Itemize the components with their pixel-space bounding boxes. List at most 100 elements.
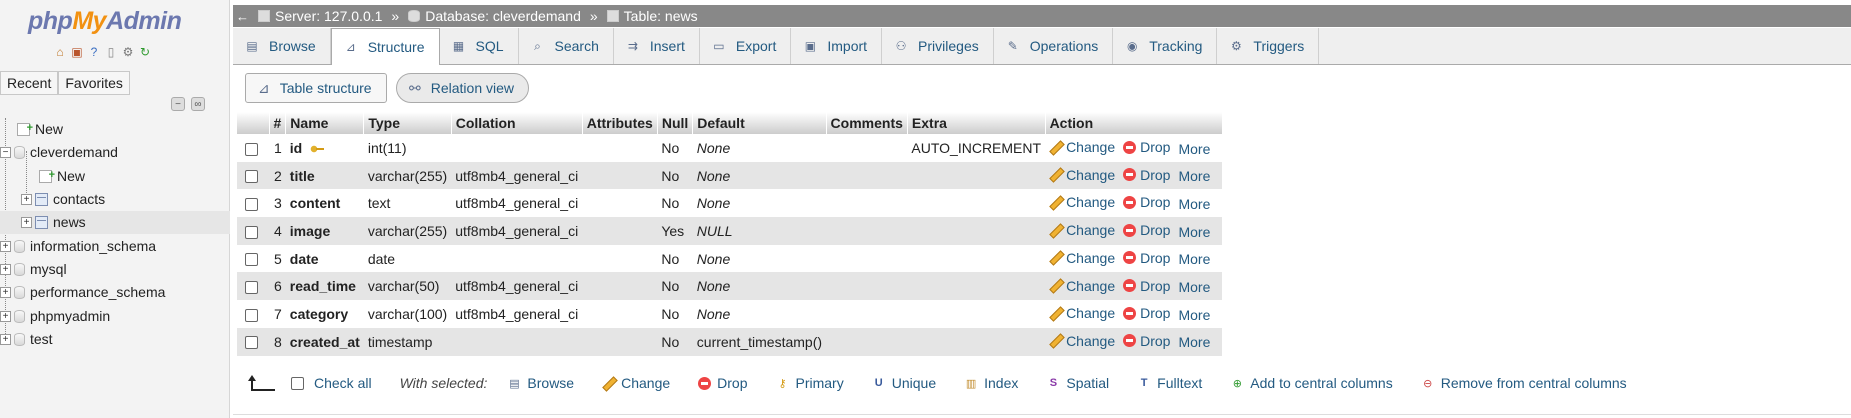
drop-button[interactable]: Drop xyxy=(1123,250,1170,266)
cell-default: None xyxy=(692,134,827,162)
expand-icon[interactable]: + xyxy=(0,287,11,299)
more-button[interactable]: More xyxy=(1178,251,1210,267)
row-checkbox[interactable] xyxy=(245,336,258,350)
cell-name[interactable]: image xyxy=(285,217,364,245)
cell-name[interactable]: category xyxy=(285,300,364,328)
cell-name[interactable]: created_at xyxy=(285,327,364,356)
expand-icon[interactable]: + xyxy=(0,310,11,322)
tab-export[interactable]: ▭ Export xyxy=(700,28,792,64)
bulk-spatial-button[interactable]: S Spatial xyxy=(1046,375,1109,391)
tab-search[interactable]: ⌕ Search xyxy=(519,28,614,64)
add-central-columns-button[interactable]: ⊕ Add to central columns xyxy=(1230,375,1393,391)
recent-tab[interactable]: Recent xyxy=(0,71,59,95)
back-arrow-icon[interactable]: ← xyxy=(236,9,250,24)
tab-import[interactable]: ▣ Import xyxy=(791,28,883,64)
tab-operations[interactable]: ✎ Operations xyxy=(994,28,1114,64)
bulk-index-button[interactable]: ▥ Index xyxy=(964,375,1018,391)
phpmyadmin-logo[interactable]: phpMyAdmin xyxy=(28,7,182,36)
tab-triggers[interactable]: ⚙ Triggers xyxy=(1217,28,1320,64)
bulk-primary-button[interactable]: ⚷ Primary xyxy=(776,375,843,391)
cell-name[interactable]: title xyxy=(285,161,364,190)
recent-favorites-tabs: Recent Favorites xyxy=(0,71,130,95)
change-button[interactable]: Change xyxy=(1049,250,1115,266)
row-checkbox[interactable] xyxy=(245,198,258,212)
breadcrumb-database[interactable]: Database: cleverdemand xyxy=(408,8,581,24)
tab-browse[interactable]: ▤ Browse xyxy=(233,28,331,64)
breadcrumb-server[interactable]: Server: 127.0.0.1 xyxy=(258,8,382,24)
help-icon[interactable]: ? xyxy=(87,45,101,59)
relation-view-button[interactable]: ⚯ Relation view xyxy=(396,73,529,103)
bulk-change-button[interactable]: Change xyxy=(602,375,670,391)
row-checkbox[interactable] xyxy=(245,308,258,322)
more-button[interactable]: More xyxy=(1178,196,1210,212)
bulk-browse-button[interactable]: ▤ Browse xyxy=(507,375,574,391)
tree-item-cleverdemand-new[interactable]: New xyxy=(0,164,230,188)
tree-item-new[interactable]: New xyxy=(0,117,230,141)
tree-item-cleverdemand[interactable]: − cleverdemand xyxy=(0,141,230,164)
check-all-label[interactable]: Check all xyxy=(314,375,372,391)
cell-name[interactable]: read_time xyxy=(285,272,364,301)
row-checkbox[interactable] xyxy=(245,281,258,295)
more-button[interactable]: More xyxy=(1178,168,1210,184)
row-checkbox[interactable] xyxy=(245,225,258,239)
change-button[interactable]: Change xyxy=(1049,222,1115,238)
change-button[interactable]: Change xyxy=(1049,167,1115,183)
change-button[interactable]: Change xyxy=(1049,194,1115,210)
bulk-unique-button[interactable]: U Unique xyxy=(872,375,936,391)
tree-item-contacts[interactable]: + contacts xyxy=(0,188,230,211)
remove-central-columns-button[interactable]: ⊖ Remove from central columns xyxy=(1421,375,1627,391)
home-icon[interactable]: ⌂ xyxy=(53,45,67,59)
tree-item-information-schema[interactable]: + information_schema xyxy=(0,234,230,257)
check-all-checkbox[interactable] xyxy=(291,376,304,390)
more-button[interactable]: More xyxy=(1178,279,1210,295)
bulk-drop-button[interactable]: Drop xyxy=(698,375,748,391)
row-checkbox[interactable] xyxy=(245,170,258,184)
more-button[interactable]: More xyxy=(1178,224,1210,240)
cell-name[interactable]: date xyxy=(285,244,364,273)
tab-structure[interactable]: ⊿ Structure xyxy=(330,28,440,65)
drop-button[interactable]: Drop xyxy=(1123,194,1170,210)
drop-button[interactable]: Drop xyxy=(1123,305,1170,321)
drop-button[interactable]: Drop xyxy=(1123,333,1170,349)
collapse-all-icon[interactable]: − xyxy=(171,97,185,111)
change-button[interactable]: Change xyxy=(1049,278,1115,294)
docs-icon[interactable]: ▯ xyxy=(104,45,118,59)
tab-insert[interactable]: ⇉ Insert xyxy=(614,28,700,64)
more-button[interactable]: More xyxy=(1178,141,1210,157)
expand-icon[interactable]: + xyxy=(0,240,11,252)
bulk-fulltext-button[interactable]: T Fulltext xyxy=(1137,375,1203,391)
drop-button[interactable]: Drop xyxy=(1123,222,1170,238)
tree-item-mysql[interactable]: + mysql xyxy=(0,258,230,281)
tree-item-phpmyadmin[interactable]: + phpmyadmin xyxy=(0,304,230,327)
more-button[interactable]: More xyxy=(1178,334,1210,350)
row-checkbox[interactable] xyxy=(245,142,258,156)
change-button[interactable]: Change xyxy=(1049,139,1115,155)
tree-item-test[interactable]: + test xyxy=(0,328,230,351)
breadcrumb-table[interactable]: Table: news xyxy=(606,8,698,24)
expand-icon[interactable]: + xyxy=(21,194,32,206)
expand-icon[interactable]: + xyxy=(0,333,11,345)
expand-icon[interactable]: + xyxy=(21,217,32,229)
tab-sql[interactable]: ▦ SQL xyxy=(440,28,519,64)
tree-item-news[interactable]: + news xyxy=(0,211,230,235)
collapse-icon[interactable]: − xyxy=(0,147,11,159)
drop-button[interactable]: Drop xyxy=(1123,167,1170,183)
reload-icon[interactable]: ↻ xyxy=(138,45,152,59)
link-with-main-icon[interactable]: ∞ xyxy=(191,97,205,111)
cell-name[interactable]: id xyxy=(285,134,364,162)
change-button[interactable]: Change xyxy=(1049,305,1115,321)
tab-privileges[interactable]: ⚇ Privileges xyxy=(882,28,994,64)
more-button[interactable]: More xyxy=(1178,307,1210,323)
cell-name[interactable]: content xyxy=(285,189,364,218)
tab-tracking[interactable]: ◉ Tracking xyxy=(1113,28,1218,64)
change-button[interactable]: Change xyxy=(1049,333,1115,349)
table-structure-button[interactable]: ⊿ Table structure xyxy=(245,73,387,103)
exit-icon[interactable]: ▣ xyxy=(70,45,84,59)
drop-button[interactable]: Drop xyxy=(1123,139,1170,155)
favorites-tab[interactable]: Favorites xyxy=(58,71,130,95)
expand-icon[interactable]: + xyxy=(0,263,11,275)
row-checkbox[interactable] xyxy=(245,253,258,267)
settings-icon[interactable]: ⚙ xyxy=(121,45,135,59)
tree-item-performance-schema[interactable]: + performance_schema xyxy=(0,281,230,304)
drop-button[interactable]: Drop xyxy=(1123,278,1170,294)
